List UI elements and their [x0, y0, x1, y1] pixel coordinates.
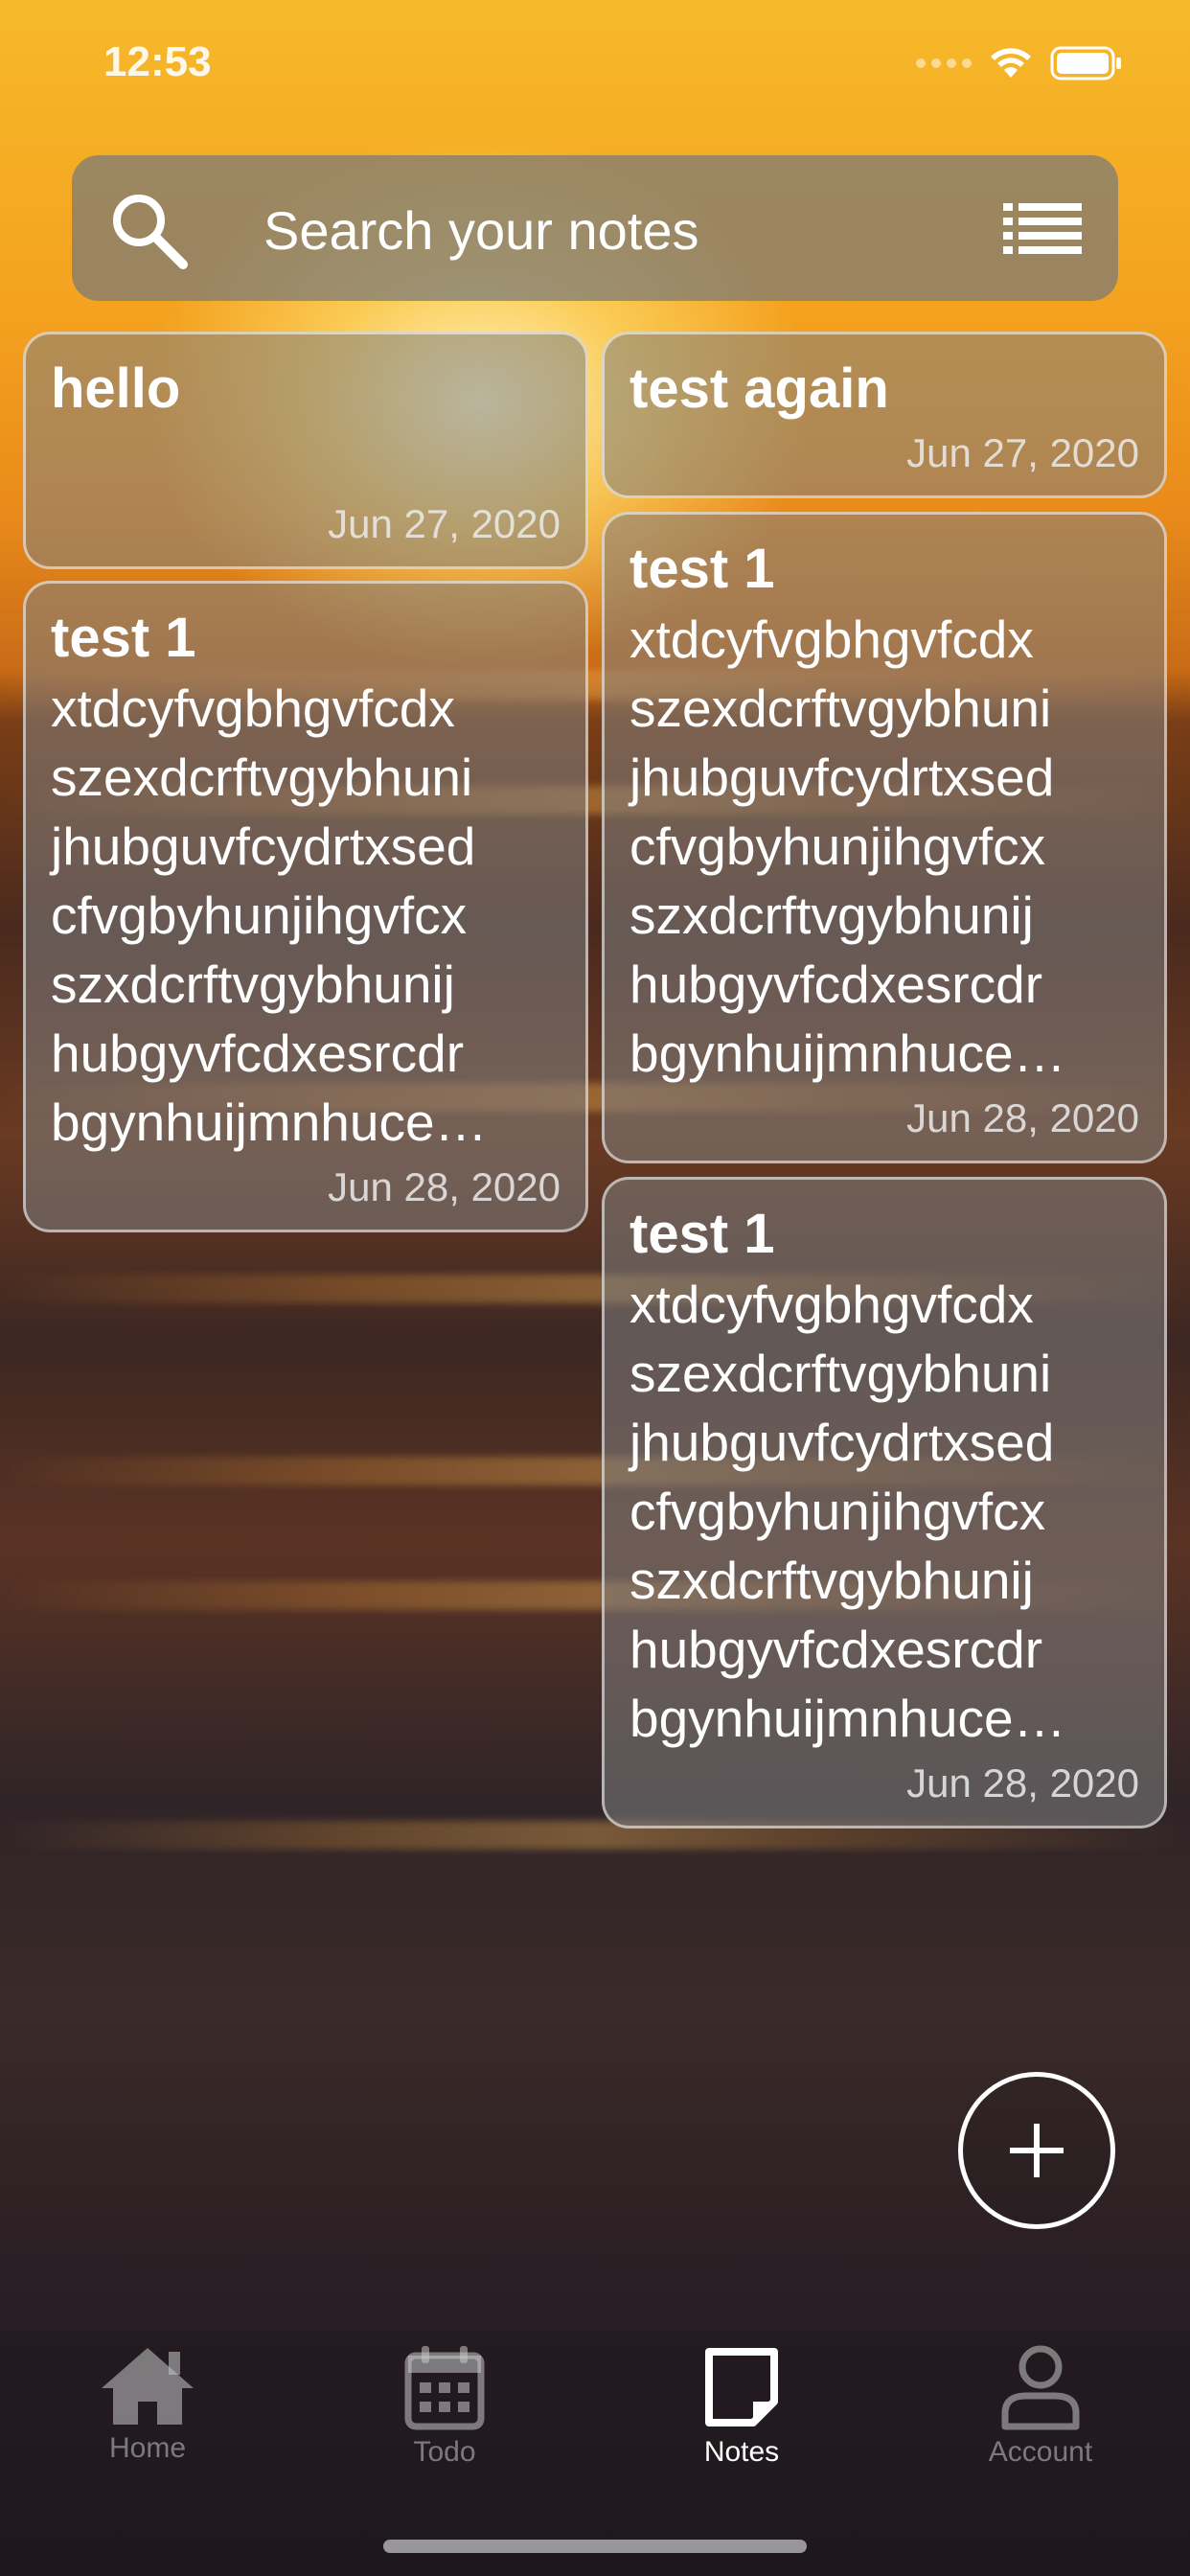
note-card[interactable]: test again Jun 27, 2020 — [602, 332, 1167, 498]
note-body: xtdcyfvgbhgvfcdx szexdcrftvgybhuni jhubg… — [51, 678, 488, 1152]
tab-todo[interactable]: Todo — [330, 2344, 560, 2497]
search-icon — [113, 195, 188, 269]
note-card[interactable]: test 1 xtdcyfvgbhgvfcdx szexdcrftvgybhun… — [602, 1177, 1167, 1828]
note-date: Jun 28, 2020 — [906, 1095, 1139, 1140]
note-date: Jun 28, 2020 — [328, 1164, 561, 1209]
note-date: Jun 27, 2020 — [328, 501, 561, 546]
plus-icon — [1010, 2124, 1064, 2177]
note-card[interactable]: hello Jun 27, 2020 — [23, 332, 588, 569]
tab-label: Todo — [413, 2436, 476, 2468]
note-title: test again — [629, 357, 889, 420]
note-card[interactable]: test 1 xtdcyfvgbhgvfcdx szexdcrftvgybhun… — [23, 581, 588, 1232]
list-view-icon[interactable] — [1003, 201, 1082, 255]
note-card[interactable]: test 1 xtdcyfvgbhgvfcdx szexdcrftvgybhun… — [602, 512, 1167, 1163]
status-time: 12:53 — [103, 38, 212, 85]
status-icons — [916, 46, 1123, 80]
note-title: test 1 — [629, 1203, 775, 1265]
tab-account[interactable]: Account — [926, 2344, 1156, 2497]
tab-notes[interactable]: Notes — [627, 2344, 857, 2497]
calendar-icon — [404, 2346, 485, 2430]
home-icon — [102, 2348, 194, 2425]
wifi-icon — [991, 48, 1031, 78]
tab-label: Notes — [703, 2436, 780, 2468]
status-bar: 12:53 — [0, 0, 1190, 125]
note-date: Jun 28, 2020 — [906, 1760, 1139, 1806]
account-icon — [1001, 2345, 1080, 2430]
search-bar[interactable]: Search your notes — [72, 155, 1118, 301]
tab-label: Home — [108, 2432, 187, 2464]
note-title: test 1 — [629, 538, 775, 600]
note-title: hello — [51, 357, 181, 420]
note-icon — [705, 2348, 778, 2426]
home-indicator — [383, 2540, 807, 2553]
tab-label: Account — [988, 2436, 1093, 2468]
battery-icon — [1050, 46, 1121, 80]
note-title: test 1 — [51, 607, 196, 669]
cellular-signal-icon — [916, 58, 972, 68]
note-body: xtdcyfvgbhgvfcdx szexdcrftvgybhuni jhubg… — [629, 610, 1066, 1083]
add-note-button[interactable] — [958, 2072, 1115, 2229]
tab-home[interactable]: Home — [33, 2344, 263, 2497]
note-body: xtdcyfvgbhgvfcdx szexdcrftvgybhuni jhubg… — [629, 1275, 1066, 1748]
note-date: Jun 27, 2020 — [906, 430, 1139, 475]
search-input[interactable]: Search your notes — [263, 199, 698, 262]
notes-screen: 12:53 Search your notes hello Jun 27, 20… — [0, 0, 1190, 2576]
